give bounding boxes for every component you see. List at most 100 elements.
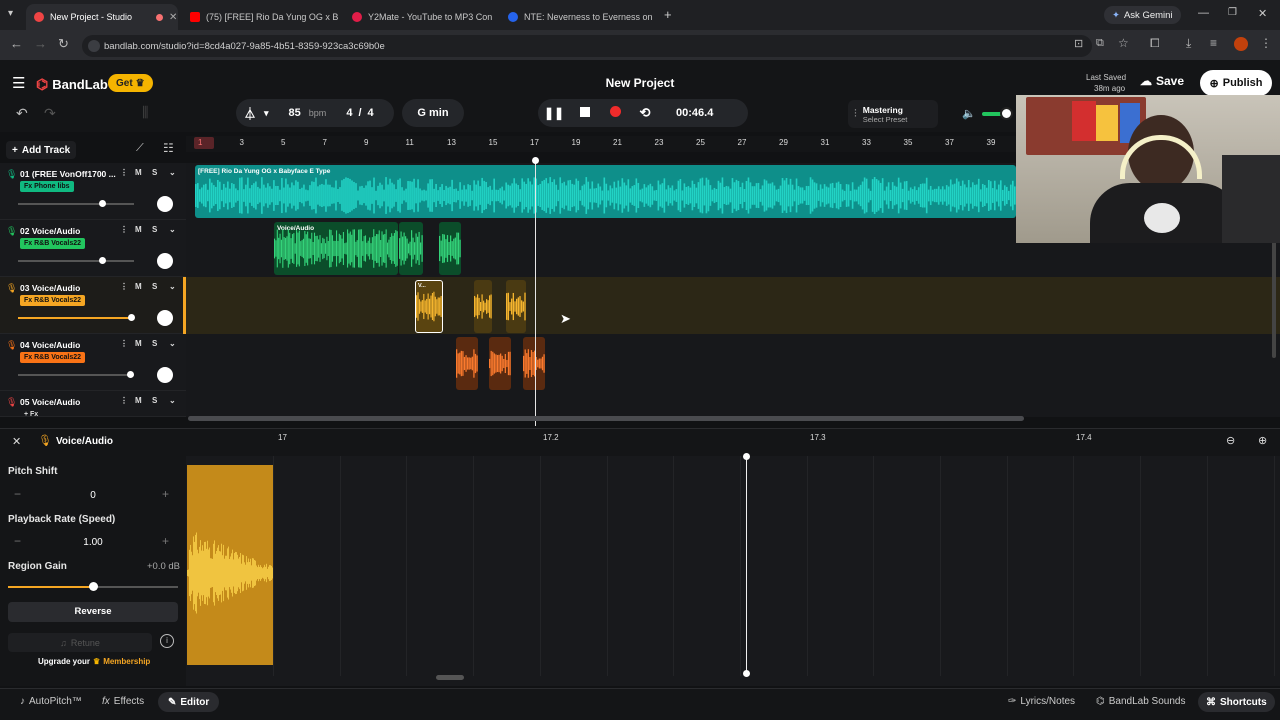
track-menu-icon[interactable]: ⋮ [120,282,128,291]
editor-canvas[interactable] [186,456,1280,686]
mute-button[interactable]: M [135,396,142,405]
volume-icon[interactable]: 🔈 [962,107,976,120]
volume-thumb[interactable] [98,257,106,264]
bandlab-sounds-button[interactable]: ⌬ BandLab Sounds [1096,696,1185,707]
editor-region[interactable] [187,465,273,665]
redo-icon[interactable]: ↷ [44,105,56,122]
track-settings-icon[interactable]: ☷ [163,141,174,155]
key-selector[interactable]: G min [402,99,464,127]
voice-clip-2a[interactable]: Voice/Audio [274,222,398,275]
track-header-4[interactable]: 🎙 04 Voice/Audio Fx R&B Vocals22 ⋮ M S ⌄ [0,334,186,391]
voice-clip-4c[interactable] [523,337,545,390]
voice-clip-3-selected[interactable]: V... [415,280,443,333]
track-menu-icon[interactable]: ⋮ [120,168,128,177]
lane-4[interactable] [186,334,1280,391]
track-header-1[interactable]: 🎙 01 (FREE VonOff1700 ... Fx Phone libs ⋮ M S… [0,163,186,220]
lane-3[interactable] [186,277,1280,334]
add-track-button[interactable]: + Add Track [6,141,77,159]
zoom-out-icon[interactable]: ⊖ [1226,434,1235,447]
tab-youtube[interactable]: (75) [FREE] Rio Da Yung OG x B ✕ [182,4,338,30]
pause-icon[interactable]: ❚❚ [538,106,570,120]
playback-rate-value[interactable]: 1.00 [60,537,126,548]
effects-button[interactable]: fx Effects [102,696,144,707]
timeline-ruler[interactable] [186,136,1016,152]
tab-studio[interactable]: New Project - Studio ✕ [26,4,178,30]
tab-y2mate[interactable]: Y2Mate - YouTube to MP3 Con ✕ [344,4,496,30]
restore-icon[interactable]: ❐ [1228,7,1237,18]
install-app-icon[interactable]: ⊡ [1074,37,1083,50]
expand-chevron-icon[interactable]: ⌄ [169,225,176,234]
voice-clip-3c[interactable] [506,280,526,333]
site-info-icon[interactable] [88,40,100,52]
fx-badge[interactable]: Fx R&B Vocals22 [20,352,86,363]
master-volume-thumb[interactable] [1000,107,1013,120]
lane-5[interactable] [186,391,1280,417]
voice-clip-2c[interactable] [439,222,461,275]
track-name[interactable]: 03 Voice/Audio [20,283,116,293]
reverse-button[interactable]: Reverse [8,602,178,622]
close-tab-icon[interactable]: ✕ [169,12,177,23]
mastering-button[interactable]: ⫶ Mastering Select Preset [848,100,938,128]
track-name[interactable]: 02 Voice/Audio [20,226,116,236]
track-menu-icon[interactable]: ⋮ [120,339,128,348]
expand-chevron-icon[interactable]: ⌄ [169,339,176,348]
solo-button[interactable]: S [152,225,157,234]
mute-button[interactable]: M [135,339,142,348]
expand-chevron-icon[interactable]: ⌄ [169,282,176,291]
solo-button[interactable]: S [152,282,157,291]
track-name[interactable]: 04 Voice/Audio [20,340,116,350]
pitch-minus-button[interactable]: − [14,487,21,501]
metronome-icon[interactable]: ⏃ [244,105,256,122]
tab-nte[interactable]: NTE: Neverness to Everness on ✕ [500,4,656,30]
profile-avatar[interactable] [1234,37,1248,51]
record-icon[interactable] [600,106,630,120]
pitch-plus-button[interactable]: + [162,487,169,501]
close-editor-icon[interactable]: ✕ [12,435,21,448]
metronome-dropdown-icon[interactable]: ▾ [264,108,269,119]
bandlab-logo[interactable]: ⌬ BandLab [36,76,108,93]
voice-clip-2b[interactable] [399,222,423,275]
volume-thumb[interactable] [127,314,135,321]
bookmark-star-icon[interactable]: ☆ [1118,36,1129,50]
forward-icon[interactable]: → [34,36,47,51]
track-name[interactable]: 05 Voice/Audio [20,397,116,407]
voice-clip-3b[interactable] [474,280,492,333]
beat-clip[interactable]: [FREE] Rio Da Yung OG x Babyface E Type [195,165,1016,218]
upgrade-text[interactable]: Upgrade your ♛ Membership [38,657,150,666]
save-button[interactable]: ☁ Save [1140,74,1184,88]
editor-button[interactable]: ✎ Editor [158,692,220,712]
volume-thumb[interactable] [98,200,106,207]
timeline-scrollbar[interactable] [188,416,1024,421]
info-icon[interactable]: i [160,634,174,648]
hamburger-menu-icon[interactable]: ☰ [12,74,25,92]
undo-icon[interactable]: ↶ [16,105,28,122]
track-header-2[interactable]: 🎙 02 Voice/Audio Fx R&B Vocals22 ⋮ M S ⌄ [0,220,186,277]
url-field[interactable]: bandlab.com/studio?id=8cd4a027-9a85-4b51… [82,35,1092,57]
mute-button[interactable]: M [135,282,142,291]
reading-list-icon[interactable]: ≡ [1210,36,1217,50]
time-signature[interactable]: 4 / 4 [346,107,373,119]
lyrics-notes-button[interactable]: ✑ Lyrics/Notes [1008,696,1075,707]
mixer-icon[interactable]: ⫼ [142,104,148,121]
bpm-value[interactable]: 85 [289,107,301,119]
playhead-line[interactable] [535,160,536,426]
editor-playhead[interactable] [746,456,747,674]
chrome-menu-icon[interactable]: ⋮ [1260,36,1272,50]
expand-chevron-icon[interactable]: ⌄ [169,396,176,405]
shortcuts-button[interactable]: ⌘ Shortcuts [1198,692,1275,712]
project-title[interactable]: New Project [560,76,720,90]
track-menu-icon[interactable]: ⋮ [120,396,128,405]
autopitch-button[interactable]: ♪ AutoPitch™ [20,696,82,707]
vertical-scrollbar[interactable] [1272,240,1276,358]
track-menu-icon[interactable]: ⋮ [120,225,128,234]
fx-badge[interactable]: + Fx [20,409,42,420]
tab-list-icon[interactable]: ▾ [8,8,13,19]
loop-icon[interactable]: ⟲ [630,105,660,121]
zoom-in-icon[interactable]: ⊕ [1258,434,1267,447]
pan-knob[interactable] [157,310,173,326]
editor-scrollbar[interactable] [436,675,464,680]
solo-button[interactable]: S [152,396,157,405]
publish-button[interactable]: ⊕ Publish [1200,70,1272,96]
get-membership-button[interactable]: Get ♛ [108,74,153,92]
playhead-handle[interactable] [532,157,539,164]
